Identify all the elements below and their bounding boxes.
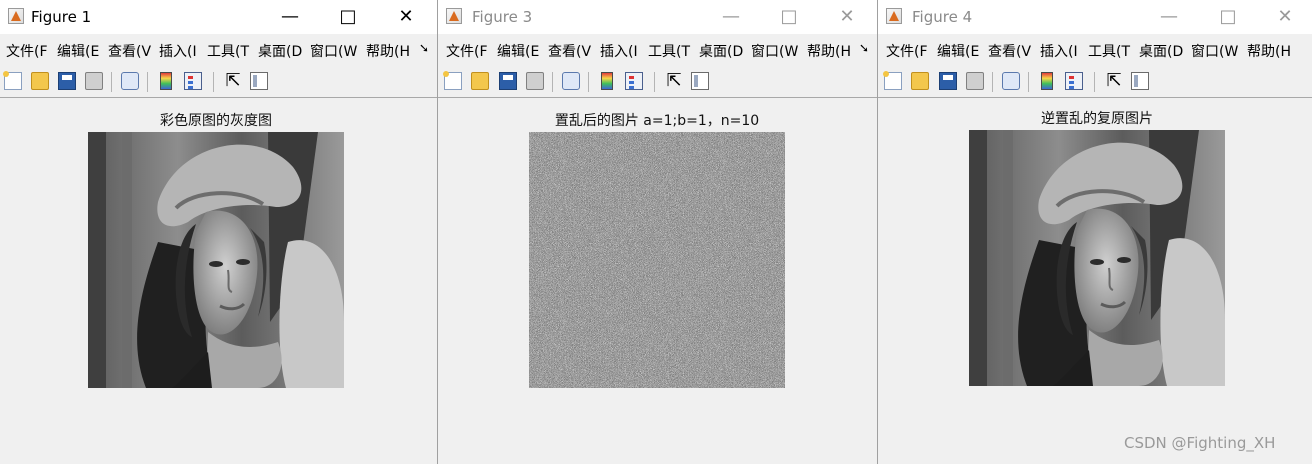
axes-title: 置乱后的图片 a=1;b=1，n=10 xyxy=(554,113,760,129)
link-plot-icon[interactable] xyxy=(562,72,580,90)
property-inspector-icon[interactable] xyxy=(691,72,709,90)
maximize-button[interactable]: □ xyxy=(1217,6,1239,28)
axes-title: 逆置乱的复原图片 xyxy=(1041,111,1153,127)
noise-pattern xyxy=(529,132,785,388)
open-file-icon[interactable] xyxy=(471,72,489,90)
menu-overflow-icon[interactable]: ➘ xyxy=(859,41,869,55)
menu-insert[interactable]: 插入(I xyxy=(159,41,197,61)
pointer-icon[interactable]: ⇱ xyxy=(224,72,242,90)
close-button[interactable]: ✕ xyxy=(395,6,417,28)
portrait-illustration xyxy=(88,132,344,388)
property-inspector-icon[interactable] xyxy=(250,72,268,90)
menu-tools[interactable]: 工具(T xyxy=(207,41,249,61)
watermark: CSDN @Fighting_XH xyxy=(1124,434,1276,452)
portrait-illustration xyxy=(969,130,1225,386)
menu-desktop[interactable]: 桌面(D xyxy=(699,41,743,61)
menu-insert[interactable]: 插入(I xyxy=(1040,41,1078,61)
menu-window[interactable]: 窗口(W xyxy=(310,41,357,61)
close-button[interactable]: ✕ xyxy=(1274,6,1296,28)
minimize-button[interactable]: — xyxy=(720,6,742,28)
menu-desktop[interactable]: 桌面(D xyxy=(258,41,302,61)
menu-edit[interactable]: 编辑(E xyxy=(57,41,99,61)
link-plot-icon[interactable] xyxy=(1002,72,1020,90)
legend-icon[interactable] xyxy=(1065,72,1083,90)
title-bar[interactable]: Figure 3 — □ ✕ xyxy=(438,0,877,34)
grayscale-image xyxy=(88,132,344,388)
save-icon[interactable] xyxy=(58,72,76,90)
colorbar-icon[interactable] xyxy=(601,72,613,90)
figure-4-window: Figure 4 — □ ✕ 文件(F 编辑(E 查看(V 插入(I 工具(T … xyxy=(878,0,1312,464)
pointer-icon[interactable]: ⇱ xyxy=(1105,72,1123,90)
menu-overflow-icon[interactable]: ➘ xyxy=(419,41,429,55)
matlab-icon xyxy=(886,8,902,24)
window-title: Figure 4 xyxy=(912,8,973,26)
toolbar-separator xyxy=(552,72,553,92)
minimize-button[interactable]: — xyxy=(1158,6,1180,28)
menu-tools[interactable]: 工具(T xyxy=(648,41,690,61)
menu-tools[interactable]: 工具(T xyxy=(1088,41,1130,61)
pointer-icon[interactable]: ⇱ xyxy=(665,72,683,90)
title-bar[interactable]: Figure 1 — □ ✕ xyxy=(0,0,437,34)
print-icon[interactable] xyxy=(85,72,103,90)
menu-edit[interactable]: 编辑(E xyxy=(497,41,539,61)
legend-icon[interactable] xyxy=(184,72,202,90)
print-icon[interactable] xyxy=(966,72,984,90)
toolbar: ⇱ xyxy=(438,66,877,98)
save-icon[interactable] xyxy=(939,72,957,90)
toolbar-separator xyxy=(1028,72,1029,92)
matlab-icon xyxy=(446,8,462,24)
colorbar-icon[interactable] xyxy=(160,72,172,90)
new-figure-icon[interactable] xyxy=(443,71,462,90)
colorbar-icon[interactable] xyxy=(1041,72,1053,90)
restored-image xyxy=(969,130,1225,386)
menu-help[interactable]: 帮助(H xyxy=(1247,41,1291,61)
menu-window[interactable]: 窗口(W xyxy=(1191,41,1238,61)
menu-insert[interactable]: 插入(I xyxy=(600,41,638,61)
print-icon[interactable] xyxy=(526,72,544,90)
new-figure-icon[interactable] xyxy=(883,71,902,90)
menu-help[interactable]: 帮助(H xyxy=(366,41,410,61)
toolbar-separator xyxy=(654,72,655,92)
maximize-button[interactable]: □ xyxy=(778,6,800,28)
menu-edit[interactable]: 编辑(E xyxy=(937,41,979,61)
window-title: Figure 1 xyxy=(31,8,92,26)
save-icon[interactable] xyxy=(499,72,517,90)
menu-file[interactable]: 文件(F xyxy=(886,41,928,61)
property-inspector-icon[interactable] xyxy=(1131,72,1149,90)
toolbar-separator xyxy=(213,72,214,92)
menu-view[interactable]: 查看(V xyxy=(988,41,1031,61)
menu-bar: 文件(F 编辑(E 查看(V 插入(I 工具(T 桌面(D 窗口(W 帮助(H … xyxy=(0,37,437,63)
menu-view[interactable]: 查看(V xyxy=(548,41,591,61)
menu-window[interactable]: 窗口(W xyxy=(751,41,798,61)
window-title: Figure 3 xyxy=(472,8,533,26)
close-button[interactable]: ✕ xyxy=(836,6,858,28)
toolbar-separator xyxy=(1094,72,1095,92)
maximize-button[interactable]: □ xyxy=(337,6,359,28)
minimize-button[interactable]: — xyxy=(279,6,301,28)
figure-1-window: Figure 1 — □ ✕ 文件(F 编辑(E 查看(V 插入(I 工具(T … xyxy=(0,0,438,464)
title-bar[interactable]: Figure 4 — □ ✕ xyxy=(878,0,1312,34)
toolbar-separator xyxy=(588,72,589,92)
toolbar: ⇱ xyxy=(878,66,1312,98)
toolbar-separator xyxy=(147,72,148,92)
figure-3-window: Figure 3 — □ ✕ 文件(F 编辑(E 查看(V 插入(I 工具(T … xyxy=(438,0,878,464)
toolbar: ⇱ xyxy=(0,66,437,98)
matlab-icon xyxy=(8,8,24,24)
menu-file[interactable]: 文件(F xyxy=(6,41,48,61)
open-file-icon[interactable] xyxy=(911,72,929,90)
scrambled-image xyxy=(529,132,785,388)
legend-icon[interactable] xyxy=(625,72,643,90)
open-file-icon[interactable] xyxy=(31,72,49,90)
menu-bar: 文件(F 编辑(E 查看(V 插入(I 工具(T 桌面(D 窗口(W 帮助(H … xyxy=(438,37,877,63)
toolbar-separator xyxy=(111,72,112,92)
menu-bar: 文件(F 编辑(E 查看(V 插入(I 工具(T 桌面(D 窗口(W 帮助(H xyxy=(878,37,1312,63)
axes-title: 彩色原图的灰度图 xyxy=(160,113,272,129)
new-figure-icon[interactable] xyxy=(3,71,22,90)
menu-view[interactable]: 查看(V xyxy=(108,41,151,61)
menu-help[interactable]: 帮助(H xyxy=(807,41,851,61)
toolbar-separator xyxy=(992,72,993,92)
menu-desktop[interactable]: 桌面(D xyxy=(1139,41,1183,61)
menu-file[interactable]: 文件(F xyxy=(446,41,488,61)
link-plot-icon[interactable] xyxy=(121,72,139,90)
